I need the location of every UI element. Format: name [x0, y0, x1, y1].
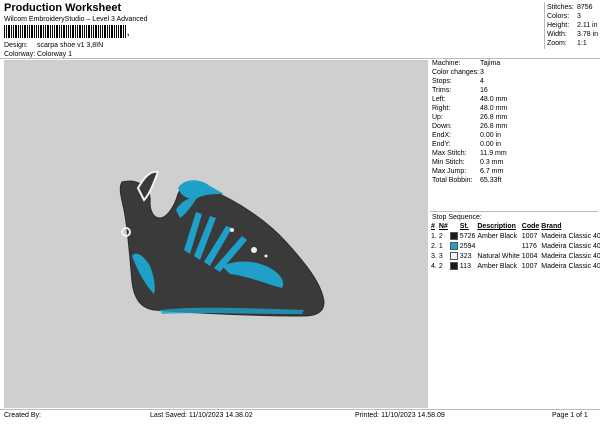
row-code: 1176 — [521, 242, 537, 250]
software-name: Wilcom EmbroideryStudio – Level 3 Advanc… — [4, 16, 148, 23]
last-saved: Last Saved: 11/10/2023 14.38.02 — [150, 412, 253, 419]
row-code: 1007 — [521, 232, 538, 240]
header-divider — [0, 58, 600, 59]
info-stops: Stops: 4 — [432, 78, 484, 85]
row-description: Amber Black — [477, 262, 518, 270]
stat-colors: Colors: 3 — [547, 13, 581, 20]
footer-divider — [0, 409, 600, 410]
shoe-embroidery-preview — [119, 170, 325, 317]
row-description: Natural White — [477, 252, 520, 260]
row-brand: Madeira Classic 40 — [541, 252, 600, 260]
info-down: Down: 26.8 mm — [432, 123, 508, 130]
design-label: Design: — [4, 42, 28, 49]
info-max-jump: Max Jump: 6.7 mm — [432, 168, 504, 175]
info-up: Up: 26.8 mm — [432, 114, 508, 121]
col-stitches: St. — [459, 223, 469, 230]
info-color-changes: Color changes: 3 — [432, 69, 484, 76]
stop-sequence-divider — [430, 211, 598, 212]
color-swatch — [449, 262, 458, 270]
info-right: Right: 48.0 mm — [432, 105, 508, 112]
row-stitches: 323 — [459, 252, 472, 260]
row-description: Amber Black — [477, 232, 518, 240]
stat-zoom: Zoom: 1:1 — [547, 40, 587, 47]
row-swatch — [449, 261, 459, 271]
row-swatch — [449, 251, 459, 261]
page-number: Page 1 of 1 — [552, 412, 588, 419]
design-value: scarpa shoe v1 3,8IN — [37, 42, 104, 49]
stat-stitches: Stitches: 8756 — [547, 4, 593, 11]
color-swatch — [449, 252, 458, 260]
color-swatch — [449, 232, 458, 240]
worksheet-title: Production Worksheet — [4, 2, 122, 14]
info-trims: Trims: 16 — [432, 87, 488, 94]
stop-sequence-title: Stop Sequence: — [432, 214, 482, 221]
table-row: 2. 1 2594 1176 Madeira Classic 40 — [430, 241, 600, 251]
info-total-bobbin: Total Bobbin: 65.33ft — [432, 177, 502, 184]
row-stitches: 2594 — [459, 242, 476, 250]
stop-sequence-header-row: # N# St. Description Code Brand — [430, 222, 600, 231]
info-endy: EndY: 0.00 in — [432, 141, 502, 148]
color-swatch — [449, 242, 458, 250]
barcode — [4, 25, 126, 38]
stat-height: Height: 2.11 in — [547, 22, 598, 29]
row-code: 1004 — [521, 252, 538, 260]
col-needle: N# — [438, 223, 448, 230]
row-needle: 2 — [438, 262, 443, 270]
col-code: Code — [521, 223, 540, 230]
info-left: Left: 48.0 mm — [432, 96, 508, 103]
info-endx: EndX: 0.00 in — [432, 132, 502, 139]
barcode-trailing-mark: , — [127, 28, 130, 37]
info-max-stitch: Max Stitch: 11.9 mm — [432, 150, 507, 157]
stat-width: Width: 3.78 in — [547, 31, 599, 38]
row-brand: Madeira Classic 40 — [541, 232, 600, 240]
row-number: 3. — [431, 252, 437, 260]
row-brand: Madeira Classic 40 — [541, 262, 600, 270]
info-min-stitch: Min Stitch: 0.3 mm — [432, 159, 504, 166]
row-number: 4. — [431, 262, 437, 270]
table-row: 1. 2 5726 Amber Black 1007 Madeira Class… — [430, 231, 600, 241]
row-swatch — [449, 231, 459, 241]
table-row: 4. 2 113 Amber Black 1007 Madeira Classi… — [430, 261, 600, 271]
colorway-label: Colorway: — [4, 51, 36, 58]
row-number: 2. — [431, 242, 437, 250]
row-code: 1007 — [521, 262, 538, 270]
row-needle: 2 — [438, 232, 443, 240]
design-stats-box: Stitches: 8756 Colors: 3 Height: 2.11 in Wi… — [544, 2, 600, 49]
printed-date: Printed: 11/10/2023 14.58.09 — [355, 412, 445, 419]
row-description — [476, 241, 520, 251]
info-machine: Machine: Tajima — [432, 60, 501, 67]
row-stitches: 5726 — [459, 232, 476, 240]
machine-info-panel: Machine: Tajima Color changes: 3 Stops: 4 T… — [430, 60, 600, 408]
design-preview-canvas — [4, 60, 428, 408]
row-brand: Madeira Classic 40 — [541, 242, 600, 250]
col-number: # — [431, 223, 435, 230]
row-needle: 1 — [438, 242, 443, 250]
stop-sequence-table: # N# St. Description Code Brand 1. 2 572… — [430, 222, 600, 271]
created-by: Created By: — [4, 412, 41, 419]
col-brand: Brand — [541, 223, 562, 230]
row-needle: 3 — [438, 252, 443, 260]
col-description: Description — [477, 223, 516, 230]
table-row: 3. 3 323 Natural White 1004 Madeira Clas… — [430, 251, 600, 261]
colorway-value: Colorway 1 — [37, 51, 73, 58]
row-stitches: 113 — [459, 262, 471, 270]
row-swatch — [449, 241, 459, 251]
row-number: 1. — [431, 232, 437, 240]
col-swatch — [449, 222, 459, 231]
